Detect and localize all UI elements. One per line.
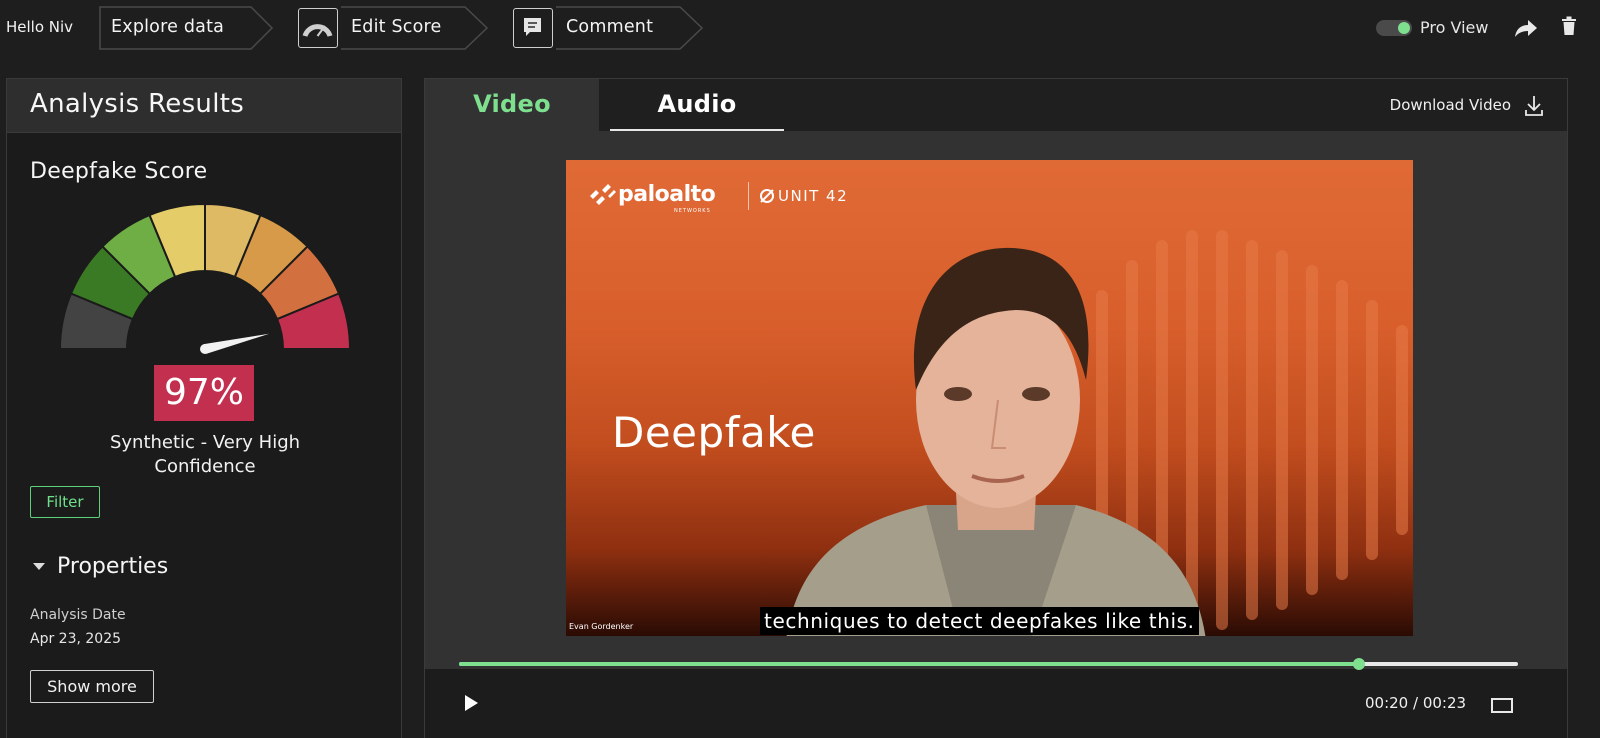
video-subtitle: techniques to detect deepfakes like this… bbox=[760, 607, 1199, 635]
caret-down-icon bbox=[33, 563, 45, 570]
gauge-needle bbox=[203, 333, 270, 354]
speaker-name: Evan Gordenker bbox=[569, 622, 634, 631]
media-tab-bar: Video Audio Download Video bbox=[425, 79, 1567, 131]
panel-title: Analysis Results bbox=[30, 89, 245, 119]
breadcrumb-label: Explore data bbox=[111, 17, 225, 37]
unit42-logo-icon bbox=[760, 189, 774, 203]
score-confidence-label: Synthetic - Very High Confidence bbox=[47, 431, 363, 479]
top-bar: Hello Niv Explore data Edit Score Commen… bbox=[0, 0, 1600, 56]
video-frame[interactable]: paloalto NETWORKS UNIT 42 Deepfake Evan … bbox=[566, 160, 1413, 636]
breadcrumb-edit-score[interactable]: Edit Score bbox=[297, 6, 489, 50]
gauge-icon bbox=[298, 8, 338, 48]
paloalto-logo-icon bbox=[590, 184, 616, 205]
player-controls: 00:20 / 00:23 bbox=[425, 669, 1567, 738]
trash-icon[interactable] bbox=[1561, 16, 1577, 36]
time-display: 00:20 / 00:23 bbox=[1365, 694, 1467, 712]
video-progress-bar[interactable] bbox=[459, 658, 1518, 670]
toggle-switch[interactable] bbox=[1376, 20, 1412, 36]
share-icon[interactable] bbox=[1514, 18, 1538, 38]
score-label-line2: Confidence bbox=[154, 456, 256, 477]
properties-heading: Properties bbox=[57, 554, 169, 579]
progress-fill bbox=[459, 662, 1359, 666]
tab-label: Video bbox=[473, 90, 551, 118]
download-label: Download Video bbox=[1389, 96, 1511, 114]
download-icon bbox=[1525, 96, 1543, 116]
breadcrumb-explore-data[interactable]: Explore data bbox=[99, 6, 274, 50]
media-panel: Video Audio Download Video paloalto NETW… bbox=[424, 78, 1568, 738]
pro-view-label: Pro View bbox=[1420, 18, 1489, 37]
breadcrumb-label: Comment bbox=[566, 17, 654, 37]
fullscreen-icon[interactable] bbox=[1491, 698, 1513, 713]
toggle-knob bbox=[1398, 22, 1410, 34]
logo-subtext: NETWORKS bbox=[674, 208, 711, 214]
deepfake-score-gauge bbox=[58, 202, 352, 354]
comment-icon bbox=[513, 8, 553, 48]
breadcrumb-comment[interactable]: Comment bbox=[512, 6, 704, 50]
analysis-date-label: Analysis Date bbox=[30, 607, 126, 623]
panel-header: Analysis Results bbox=[7, 79, 401, 133]
filter-button[interactable]: Filter bbox=[30, 486, 100, 518]
logo-unit-text: UNIT 42 bbox=[778, 187, 849, 205]
tab-label: Audio bbox=[657, 90, 737, 118]
tab-video[interactable]: Video bbox=[425, 79, 599, 131]
speaker-figure bbox=[786, 247, 1206, 636]
download-video-button[interactable]: Download Video bbox=[1345, 94, 1545, 118]
play-icon[interactable] bbox=[465, 695, 478, 711]
score-value-badge: 97% bbox=[154, 365, 254, 421]
analysis-results-panel: Analysis Results Deepfake Score 97% Synt… bbox=[6, 78, 402, 738]
score-label-line1: Synthetic - Very High bbox=[109, 432, 301, 453]
analysis-date-value: Apr 23, 2025 bbox=[30, 631, 122, 647]
greeting: Hello Niv bbox=[6, 18, 74, 36]
progress-thumb[interactable] bbox=[1352, 658, 1365, 670]
show-more-button[interactable]: Show more bbox=[30, 670, 154, 703]
gauge-needle-hub bbox=[200, 344, 210, 354]
logo-divider bbox=[748, 182, 749, 210]
logo-text: paloalto bbox=[618, 182, 716, 207]
tab-audio[interactable]: Audio bbox=[610, 79, 784, 131]
deepfake-score-title: Deepfake Score bbox=[30, 159, 208, 184]
breadcrumb-label: Edit Score bbox=[351, 17, 442, 37]
